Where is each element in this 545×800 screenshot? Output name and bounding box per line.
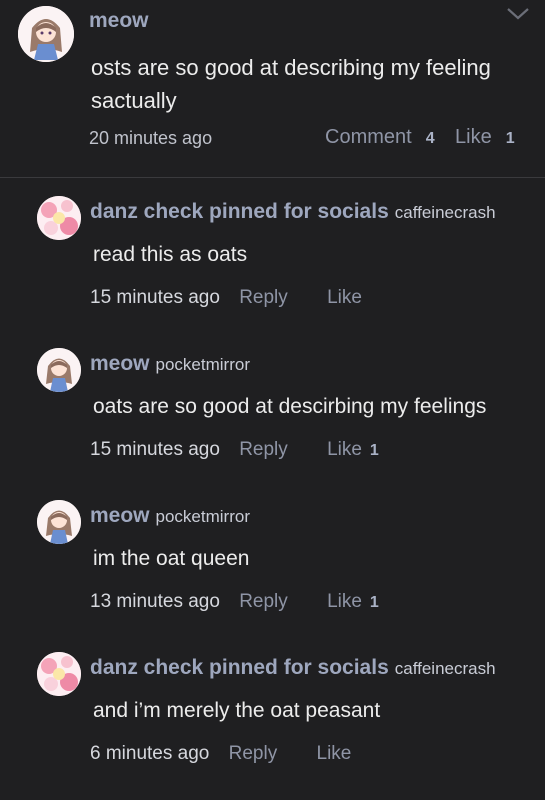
comment-thread: meow osts are so good at describing my f… <box>0 0 545 800</box>
anime-girl-avatar-icon <box>37 348 81 392</box>
reply-meta: 13 minutes ago Reply Like 1 <box>90 591 379 613</box>
reply-handle: caffeinecrash <box>394 203 496 222</box>
reply-text: read this as oats <box>93 243 248 266</box>
comment-count: 4 <box>425 130 435 147</box>
reply-author-name: meow <box>90 504 150 527</box>
like-button[interactable]: Like <box>327 287 362 309</box>
like-label: Like <box>327 591 362 612</box>
reply-timestamp: 15 minutes ago <box>90 287 220 308</box>
reply-text: oats are so good at descirbing my feelin… <box>93 395 487 418</box>
reply-meta: 6 minutes ago Reply Like <box>90 743 351 765</box>
like-button[interactable]: Like <box>317 743 352 765</box>
reply-button[interactable]: Reply <box>239 287 288 309</box>
reply-author-name: danz check pinned for socials <box>90 200 389 223</box>
like-button[interactable]: Like 1 <box>327 439 379 461</box>
reply-author[interactable]: meow pocketmirror <box>90 504 250 528</box>
like-button[interactable]: Like 1 <box>455 126 515 149</box>
anime-girl-avatar-icon <box>37 500 81 544</box>
reply-author[interactable]: danz check pinned for socials caffeinecra… <box>90 200 496 224</box>
reply-handle: pocketmirror <box>155 507 250 526</box>
reply-button[interactable]: Reply <box>239 439 288 461</box>
reply-author-name: meow <box>90 352 150 375</box>
like-count: 1 <box>505 130 515 147</box>
comment-button[interactable]: Comment 4 <box>325 126 435 149</box>
avatar[interactable] <box>37 652 81 696</box>
chevron-down-icon[interactable] <box>505 4 531 22</box>
like-label: Like <box>327 439 362 460</box>
reply-timestamp: 15 minutes ago <box>90 439 220 460</box>
avatar[interactable] <box>37 500 81 544</box>
reply-text: im the oat queen <box>93 547 250 570</box>
reply-text: and i’m merely the oat peasant <box>93 699 381 722</box>
like-label: Like <box>455 126 492 148</box>
reply-meta: 15 minutes ago Reply Like 1 <box>90 439 379 461</box>
post-timestamp: 20 minutes ago <box>89 128 213 148</box>
reply-button[interactable]: Reply <box>229 743 278 765</box>
reply-author[interactable]: meow pocketmirror <box>90 352 250 376</box>
post-text: osts are so good at describing my feelin… <box>91 51 491 117</box>
reply-timestamp: 6 minutes ago <box>90 743 210 764</box>
reply-meta: 15 minutes ago Reply Like <box>90 287 362 309</box>
like-count: 1 <box>369 594 379 611</box>
reply-author-name: danz check pinned for socials <box>90 656 389 679</box>
reply-handle: caffeinecrash <box>394 659 496 678</box>
post-author[interactable]: meow <box>89 9 149 33</box>
main-post: meow osts are so good at describing my f… <box>0 0 545 178</box>
reply-button[interactable]: Reply <box>239 591 288 613</box>
post-text-line: sactually <box>91 88 177 113</box>
anime-girl-avatar-icon <box>18 6 74 62</box>
post-text-line: osts are so good at describing my feelin… <box>91 55 491 80</box>
avatar[interactable] <box>18 6 74 62</box>
avatar[interactable] <box>37 348 81 392</box>
comment-label: Comment <box>325 126 412 148</box>
reply-handle: pocketmirror <box>155 355 250 374</box>
flower-avatar-icon <box>37 652 81 696</box>
like-count: 1 <box>369 442 379 459</box>
avatar[interactable] <box>37 196 81 240</box>
reply-timestamp: 13 minutes ago <box>90 591 220 612</box>
like-button[interactable]: Like 1 <box>327 591 379 613</box>
reply-author[interactable]: danz check pinned for socials caffeinecra… <box>90 656 496 680</box>
flower-avatar-icon <box>37 196 81 240</box>
